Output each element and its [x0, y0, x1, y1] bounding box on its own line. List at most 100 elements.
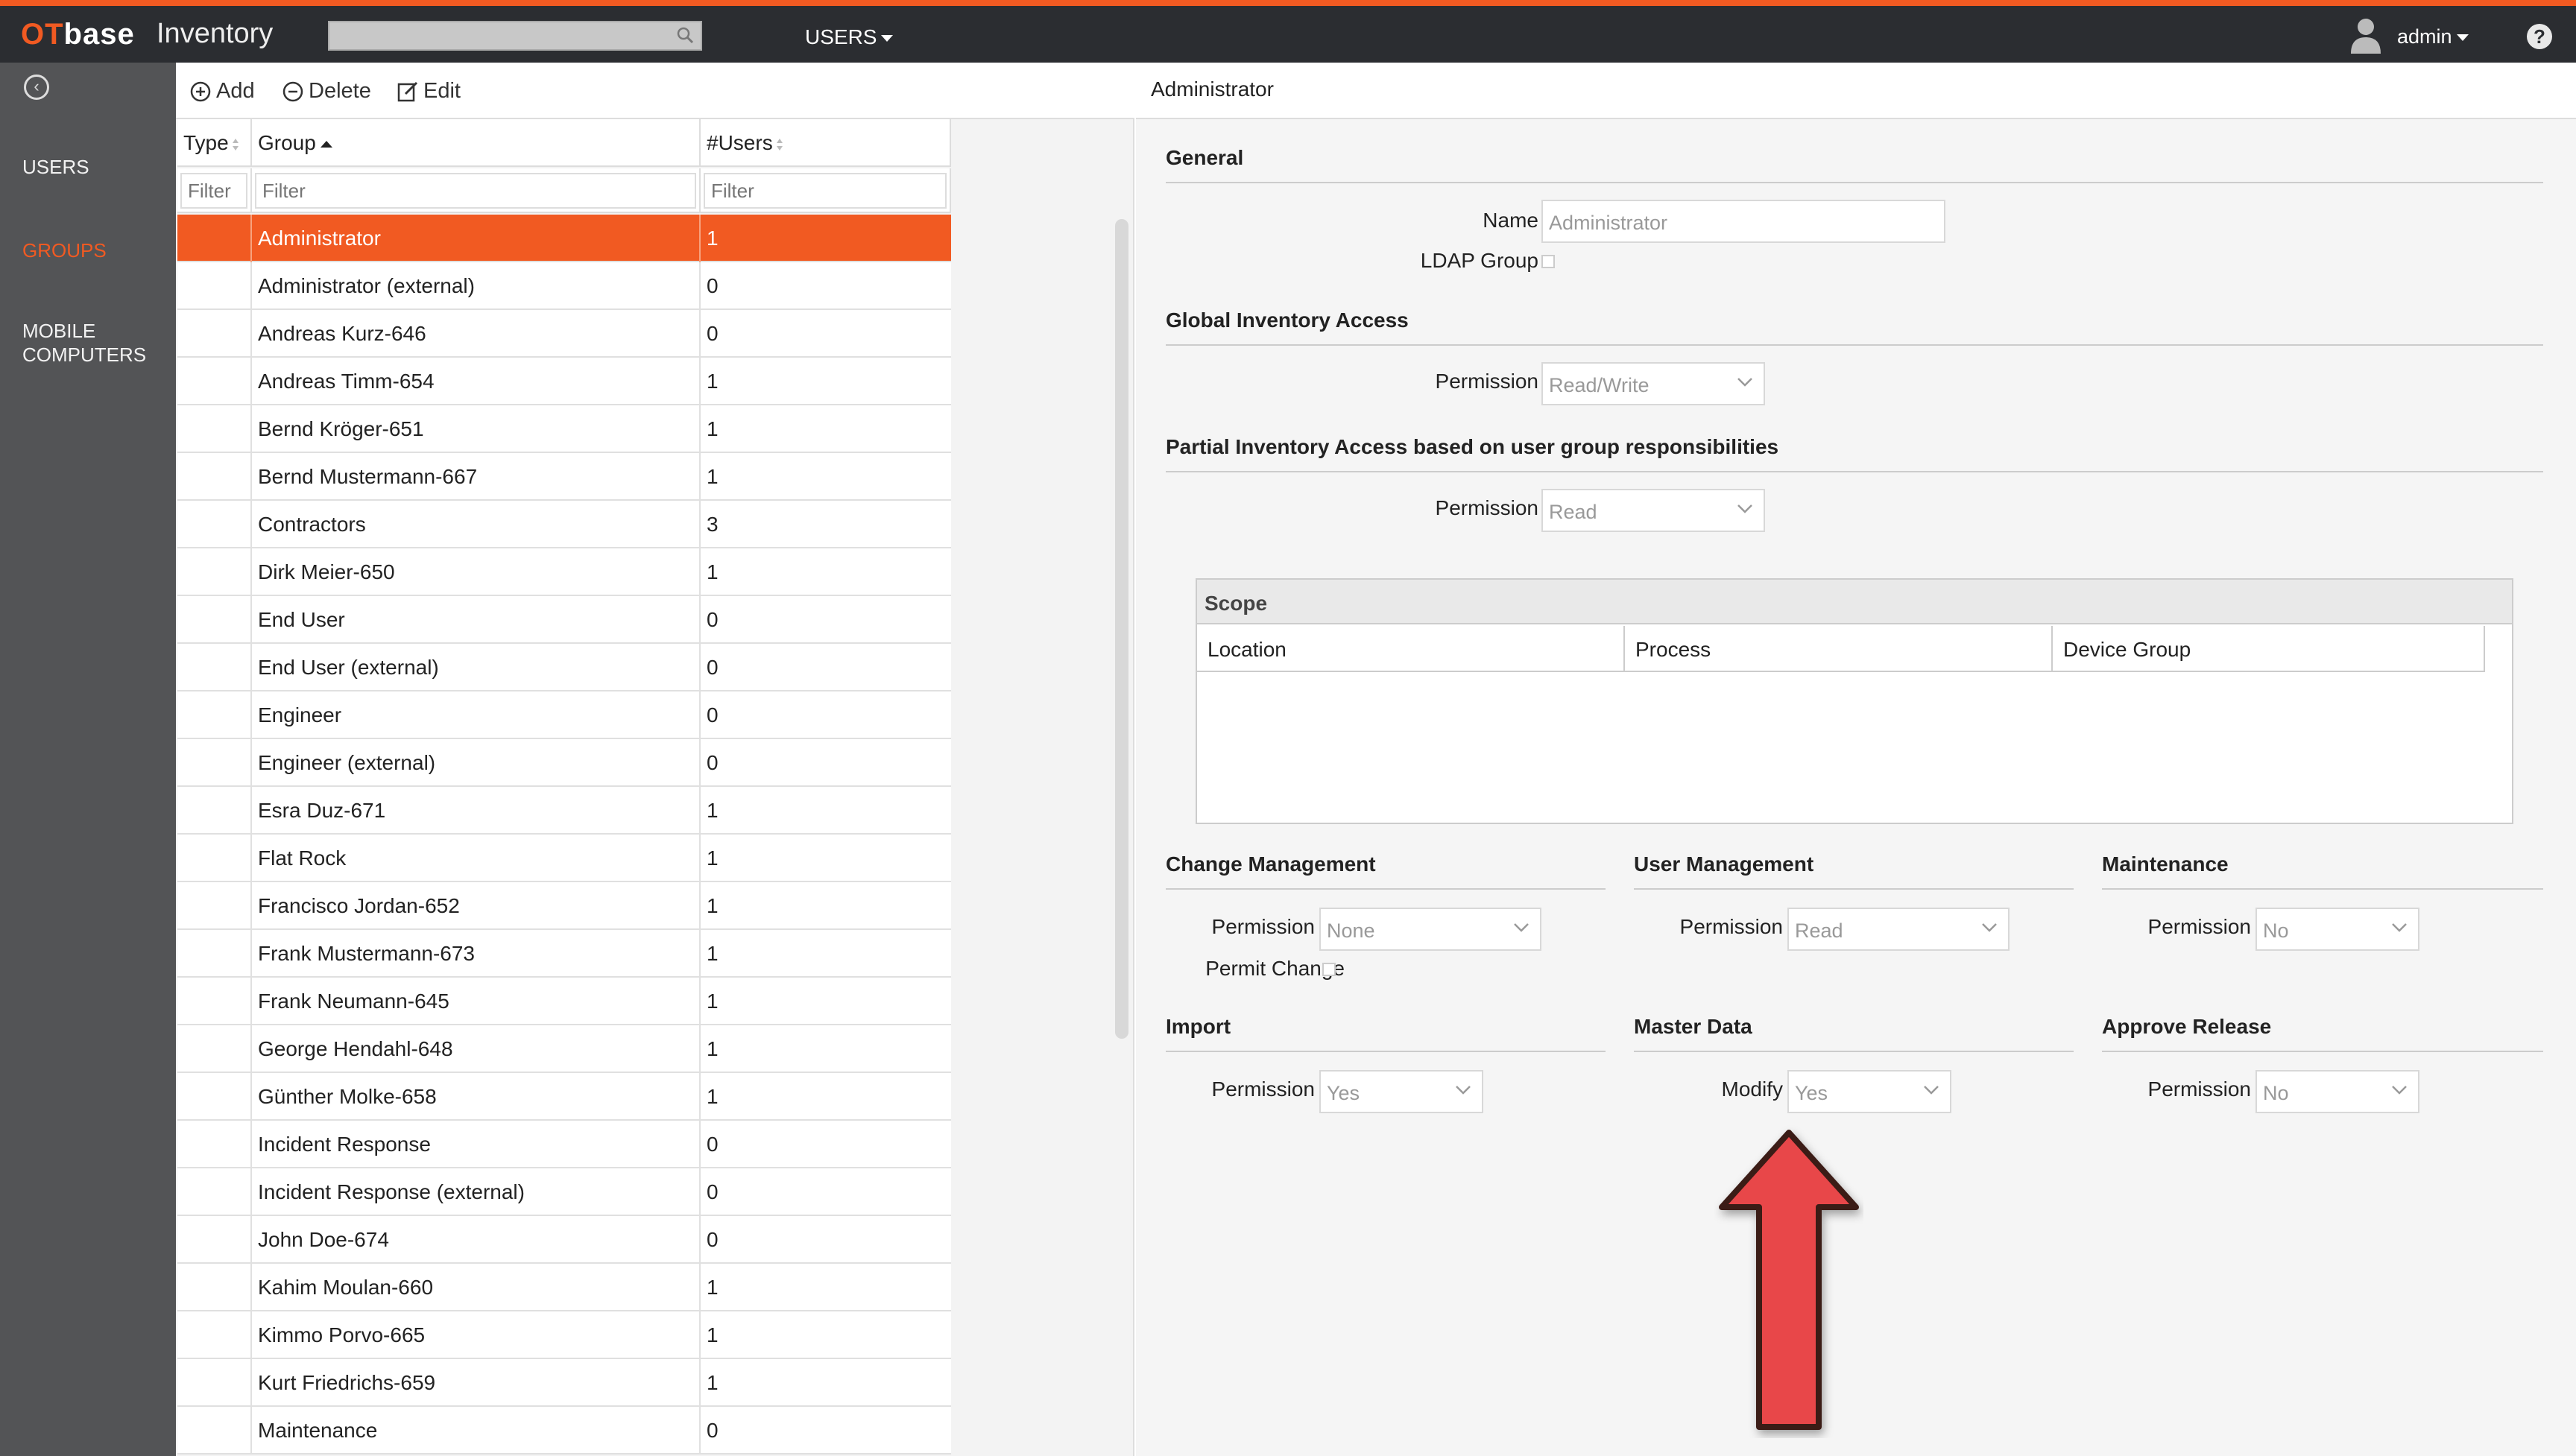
table-row[interactable]: Francisco Jordan-652 1	[177, 882, 951, 930]
global-permission-select[interactable]: Read/Write	[1541, 362, 1765, 405]
table-row[interactable]: Kimmo Porvo-665 1	[177, 1311, 951, 1359]
filter-group-input[interactable]	[255, 173, 696, 209]
column-header-type-label: Type	[183, 131, 229, 154]
edit-button[interactable]: Edit	[397, 79, 461, 104]
divider	[1634, 888, 2074, 890]
table-row[interactable]: End User (external) 0	[177, 644, 951, 691]
group-cell: Administrator (external)	[252, 262, 701, 310]
table-row[interactable]: Administrator (external) 0	[177, 262, 951, 310]
table-row[interactable]: Kahim Moulan-660 1	[177, 1264, 951, 1311]
table-row[interactable]: Contractors 3	[177, 501, 951, 548]
help-icon[interactable]: ?	[2527, 24, 2552, 49]
type-cell	[177, 501, 252, 548]
table-row[interactable]: Andreas Timm-654 1	[177, 358, 951, 405]
ldap-group-checkbox[interactable]	[1541, 255, 1555, 268]
search-icon[interactable]	[675, 25, 695, 45]
table-row[interactable]: Administrator 1	[177, 215, 951, 262]
sort-icon	[776, 138, 783, 151]
column-header-group[interactable]: Group	[252, 119, 701, 167]
list-scrollbar[interactable]	[1115, 219, 1128, 1039]
table-row[interactable]: Bernd Mustermann-667 1	[177, 453, 951, 501]
type-cell	[177, 1121, 252, 1168]
approve-permission-label: Permission	[2147, 1077, 2251, 1101]
table-row[interactable]: Frank Mustermann-673 1	[177, 930, 951, 978]
add-button[interactable]: Add	[189, 79, 255, 104]
master-modify-value: Yes	[1795, 1082, 1828, 1104]
users-count-cell: 1	[707, 560, 719, 583]
approve-permission-value: No	[2263, 1082, 2289, 1104]
type-cell	[177, 835, 252, 882]
table-row[interactable]: Engineer (external) 0	[177, 739, 951, 787]
users-count-cell: 1	[707, 370, 719, 393]
table-row[interactable]: Andreas Kurz-646 0	[177, 310, 951, 358]
group-cell: John Doe-674	[252, 1216, 701, 1264]
scope-column-location[interactable]: Location	[1197, 626, 1625, 672]
table-row[interactable]: Günther Molke-658 1	[177, 1073, 951, 1121]
partial-permission-select[interactable]: Read	[1541, 489, 1765, 532]
edit-button-label: Edit	[423, 79, 461, 103]
type-cell	[177, 405, 252, 453]
column-header-group-label: Group	[258, 131, 316, 154]
maintenance-permission-label: Permission	[2147, 915, 2251, 938]
section-general-heading: General	[1166, 146, 1244, 169]
section-partial-heading: Partial Inventory Access based on user g…	[1166, 435, 1779, 458]
table-row[interactable]: Esra Duz-671 1	[177, 787, 951, 835]
nav-item-mobile-computers[interactable]: MOBILE COMPUTERS	[22, 319, 149, 367]
maintenance-permission-select[interactable]: No	[2255, 908, 2419, 951]
table-row[interactable]: Maintenance 0	[177, 1407, 951, 1455]
permit-change-checkbox[interactable]	[1322, 963, 1336, 976]
ldap-group-label: LDAP Group	[1420, 249, 1538, 272]
table-row[interactable]: Dirk Meier-650 1	[177, 548, 951, 596]
section-maintenance-heading: Maintenance	[2102, 852, 2229, 876]
filter-type-input[interactable]	[180, 173, 247, 209]
group-cell: Bernd Mustermann-667	[252, 453, 701, 501]
users-count-cell: 1	[707, 465, 719, 488]
table-row[interactable]: Engineer 0	[177, 691, 951, 739]
table-row[interactable]: End User 0	[177, 596, 951, 644]
delete-icon	[282, 81, 303, 101]
scope-column-process[interactable]: Process	[1625, 626, 2053, 672]
group-cell: Frank Neumann-645	[252, 978, 701, 1025]
users-count-cell: 0	[707, 608, 719, 631]
back-icon[interactable]: ‹	[24, 75, 49, 100]
table-row[interactable]: Incident Response (external) 0	[177, 1168, 951, 1216]
type-cell	[177, 548, 252, 596]
delete-button[interactable]: Delete	[282, 79, 371, 104]
approve-permission-select[interactable]: No	[2255, 1070, 2419, 1113]
user-avatar-icon[interactable]	[2349, 16, 2382, 54]
master-modify-select[interactable]: Yes	[1787, 1070, 1951, 1113]
table-row[interactable]: George Hendahl-648 1	[177, 1025, 951, 1073]
table-row[interactable]: Bernd Kröger-651 1	[177, 405, 951, 453]
app-logo[interactable]: OTbase	[21, 18, 135, 51]
users-count-cell: 0	[707, 1180, 719, 1203]
group-cell: George Hendahl-648	[252, 1025, 701, 1073]
admin-menu[interactable]: admin	[2397, 25, 2469, 48]
users-count-cell: 1	[707, 846, 719, 870]
change-permission-select[interactable]: None	[1319, 908, 1541, 951]
nav-item-groups[interactable]: GROUPS	[22, 238, 107, 262]
top-bar: OTbase Inventory USERS admin ?	[0, 0, 2576, 63]
users-menu[interactable]: USERS	[805, 25, 894, 49]
users-count-cell: 1	[707, 1037, 719, 1060]
table-row[interactable]: Flat Rock 1	[177, 835, 951, 882]
table-row[interactable]: Frank Neumann-645 1	[177, 978, 951, 1025]
divider	[2102, 888, 2543, 890]
filter-users-input[interactable]	[704, 173, 947, 209]
divider	[1166, 1051, 1606, 1052]
type-cell	[177, 453, 252, 501]
import-permission-select[interactable]: Yes	[1319, 1070, 1483, 1113]
usermgmt-permission-select[interactable]: Read	[1787, 908, 2010, 951]
column-header-users[interactable]: #Users	[701, 119, 951, 167]
name-field[interactable]: Administrator	[1541, 200, 1945, 243]
master-modify-label: Modify	[1721, 1077, 1783, 1101]
group-cell: Engineer	[252, 691, 701, 739]
table-row[interactable]: Kurt Friedrichs-659 1	[177, 1359, 951, 1407]
table-row[interactable]: John Doe-674 0	[177, 1216, 951, 1264]
users-count-cell: 1	[707, 1323, 719, 1346]
caret-down-icon	[2456, 34, 2469, 42]
nav-item-users[interactable]: USERS	[22, 155, 89, 179]
table-row[interactable]: Incident Response 0	[177, 1121, 951, 1168]
column-header-type[interactable]: Type	[177, 119, 252, 167]
scope-column-device-group[interactable]: Device Group	[2053, 626, 2485, 672]
search-input[interactable]	[328, 21, 702, 51]
